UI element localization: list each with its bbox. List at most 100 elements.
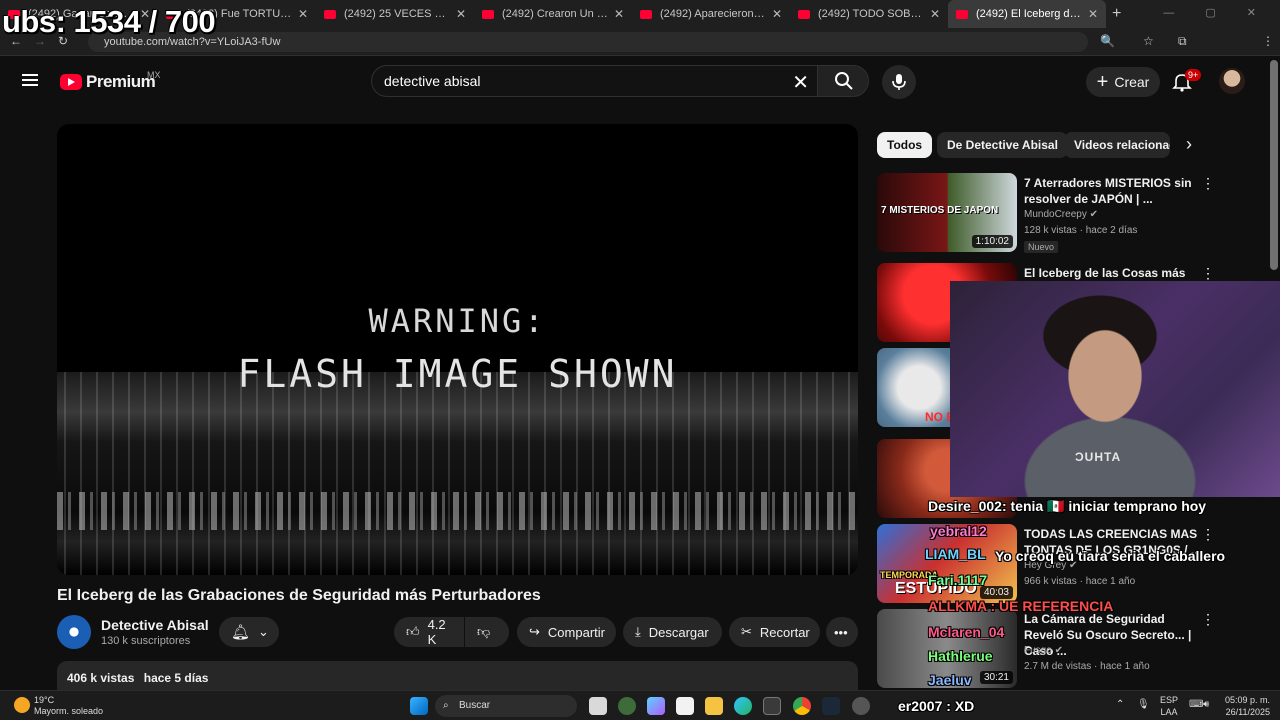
- zoom-icon[interactable]: 🔍: [1100, 34, 1115, 48]
- weather-widget[interactable]: 19°C Mayorm. soleado: [34, 695, 103, 717]
- more-vertical-icon[interactable]: ⋮: [1201, 611, 1215, 628]
- taskbar-search[interactable]: ⌕ Buscar: [435, 695, 577, 717]
- tray-chevron-icon[interactable]: ⌃: [1116, 699, 1124, 710]
- windows-start-icon[interactable]: [410, 697, 428, 715]
- more-vertical-icon[interactable]: ⋮: [1201, 526, 1215, 543]
- file-explorer-icon[interactable]: [705, 697, 723, 715]
- chip-from-channel[interactable]: De Detective Abisal: [937, 132, 1068, 158]
- weather-icon: [14, 697, 30, 713]
- new-tab-icon[interactable]: +: [1112, 5, 1121, 23]
- copilot-icon[interactable]: [647, 697, 665, 715]
- share-button[interactable]: ↪ Compartir: [517, 617, 616, 647]
- more-horizontal-icon: •••: [834, 624, 848, 640]
- hamburger-menu-icon[interactable]: [22, 74, 38, 86]
- clear-search-icon[interactable]: ✕: [792, 70, 809, 95]
- channel-name[interactable]: Detective Abisal: [101, 617, 209, 633]
- youtube-logo[interactable]: Premium: [60, 72, 156, 92]
- browser-menu-icon[interactable]: ⋮: [1262, 34, 1274, 48]
- rec-meta: 2.7 M de vistas · hace 1 año: [1024, 661, 1150, 672]
- obs-icon[interactable]: [852, 697, 870, 715]
- volume-icon[interactable]: 🔊︎: [1203, 699, 1209, 710]
- chrome-icon[interactable]: [793, 697, 811, 715]
- microphone-icon[interactable]: 🎙︎: [1137, 699, 1150, 710]
- bookmark-star-icon[interactable]: ☆: [1143, 34, 1154, 48]
- search-box[interactable]: detective abisal ✕: [371, 65, 818, 97]
- dislike-button[interactable]: 👎︎: [465, 617, 509, 647]
- new-badge: Nuevo: [1024, 241, 1059, 253]
- chevron-right-icon[interactable]: ›: [1186, 134, 1192, 155]
- extensions-icon[interactable]: ⧉: [1178, 34, 1187, 49]
- thumbs-down-icon: 👎︎: [477, 624, 491, 639]
- rec-meta: 966 k vistas · hace 1 año: [1024, 576, 1136, 587]
- network-icon[interactable]: ⌨: [1189, 699, 1203, 710]
- youtube-favicon-icon: [482, 9, 494, 19]
- rec-channel: Fusgo ✔: [1024, 645, 1063, 656]
- browser-tab[interactable]: (2492) 25 VECES QUE LOS GR1✕: [316, 0, 474, 28]
- language-indicator[interactable]: ESP LAA: [1160, 694, 1178, 718]
- plus-icon: +: [1096, 70, 1109, 93]
- scissors-icon: ✂: [741, 624, 752, 639]
- like-button[interactable]: 👍︎ 4.2 K: [394, 617, 464, 647]
- browser-tab[interactable]: (2492) Crearon Un Demonio Sin✕: [474, 0, 632, 28]
- close-tab-icon[interactable]: ✕: [772, 7, 782, 21]
- window-controls[interactable]: — ▢ ✕: [1163, 6, 1270, 19]
- browser-tab-active[interactable]: (2492) El Iceberg de las Grabac✕: [948, 0, 1106, 28]
- search-input[interactable]: detective abisal: [384, 73, 481, 89]
- bell-icon: 🔔︎: [231, 624, 251, 641]
- close-tab-icon[interactable]: ✕: [614, 7, 624, 21]
- task-view-icon[interactable]: [589, 697, 607, 715]
- close-tab-icon[interactable]: ✕: [298, 7, 308, 21]
- store-icon[interactable]: [676, 697, 694, 715]
- video-thumbnail[interactable]: 7 MISTERIOS DE JAPON 1:10:02: [877, 173, 1017, 252]
- steam-icon[interactable]: [822, 697, 840, 715]
- thumbnail-text: 7 MISTERIOS DE JAPON: [881, 205, 999, 216]
- subscription-bell-button[interactable]: 🔔︎ ⌄: [219, 617, 279, 647]
- page-scrollbar[interactable]: [1270, 60, 1278, 270]
- static-band: [57, 492, 858, 530]
- user-avatar[interactable]: [1219, 68, 1245, 94]
- youtube-favicon-icon: [640, 9, 652, 19]
- channel-avatar[interactable]: [57, 615, 91, 649]
- search-icon: ⌕: [443, 700, 449, 711]
- static-noise: [57, 372, 858, 575]
- chip-all[interactable]: Todos: [877, 132, 933, 158]
- close-tab-icon[interactable]: ✕: [1088, 7, 1098, 21]
- recommendation-item[interactable]: 7 MISTERIOS DE JAPON 1:10:02 7 Aterrador…: [877, 173, 1257, 253]
- more-vertical-icon[interactable]: ⋮: [1201, 175, 1215, 192]
- chat-message: ALLKMA : UE REFERENCIA: [928, 598, 1114, 614]
- search-button[interactable]: [817, 65, 869, 97]
- url-field[interactable]: youtube.com/watch?v=YLoiJA3-fUw: [88, 32, 1088, 52]
- view-count: 406 k vistas: [67, 671, 135, 685]
- notification-badge: 9+: [1185, 69, 1202, 81]
- chat-username: Jaeluv: [928, 672, 972, 688]
- more-actions-button[interactable]: •••: [826, 617, 858, 647]
- verified-icon: ✔: [1054, 645, 1063, 656]
- clip-button[interactable]: ✂ Recortar: [729, 617, 820, 647]
- upload-age: hace 5 días: [143, 671, 209, 685]
- chat-username: yebral12: [930, 523, 987, 539]
- chat-username: Hathlerue: [928, 648, 993, 664]
- chat-username: LIAM_BL: [925, 546, 986, 562]
- video-title: El Iceberg de las Grabaciones de Segurid…: [57, 587, 541, 604]
- chat-message: Desire_002: tenia 🇲🇽 iniciar temprano ho…: [928, 498, 1207, 514]
- app-icon[interactable]: [763, 697, 781, 715]
- streamer-webcam: [950, 281, 1280, 497]
- logo-country: MX: [147, 70, 161, 80]
- browser-tab[interactable]: (2492) Aparecieron Parásitos G✕: [632, 0, 790, 28]
- duration-badge: 1:10:02: [971, 235, 1013, 248]
- video-player[interactable]: WARNING: FLASH IMAGE SHOWN: [57, 124, 858, 575]
- youtube-favicon-icon: [956, 9, 968, 19]
- youtube-favicon-icon: [798, 9, 810, 19]
- app-icon[interactable]: [618, 697, 636, 715]
- chip-related[interactable]: Videos relacionados: [1064, 132, 1170, 158]
- clock[interactable]: 05:09 p. m. 26/11/2025: [1225, 694, 1270, 718]
- create-button[interactable]: + Crear: [1086, 67, 1160, 97]
- edge-icon[interactable]: [734, 697, 752, 715]
- more-vertical-icon[interactable]: ⋮: [1201, 265, 1215, 282]
- close-tab-icon[interactable]: ✕: [930, 7, 940, 21]
- close-tab-icon[interactable]: ✕: [456, 7, 466, 21]
- download-button[interactable]: ⤓ Descargar: [623, 617, 722, 647]
- chat-username: Fari.1117: [928, 572, 988, 588]
- voice-search-button[interactable]: [882, 65, 916, 99]
- browser-tab[interactable]: (2492) TODO SOBRE EL CASO✕: [790, 0, 948, 28]
